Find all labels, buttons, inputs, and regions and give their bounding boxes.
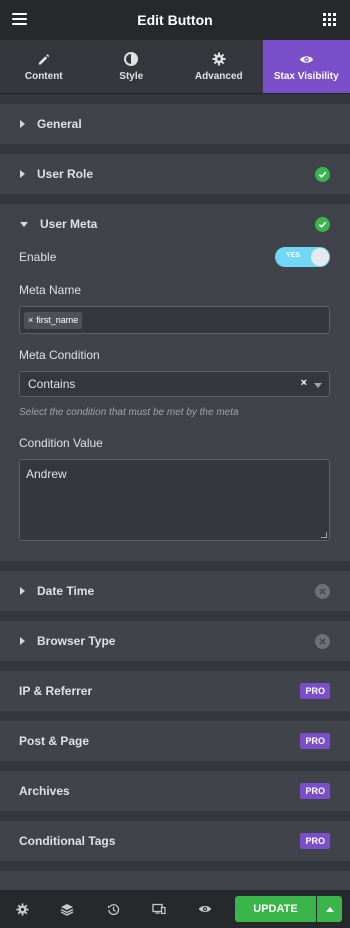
caret-right-icon <box>20 587 25 595</box>
resize-handle-icon[interactable] <box>321 532 327 538</box>
pro-badge: PRO <box>300 833 330 849</box>
close-circle-icon <box>315 584 330 599</box>
eye-icon <box>299 51 314 67</box>
caret-down-icon <box>20 221 28 227</box>
meta-condition-select[interactable]: Contains × <box>19 371 330 397</box>
toggle-knob <box>311 248 329 266</box>
history-icon[interactable] <box>90 890 136 928</box>
layers-icon[interactable] <box>44 890 90 928</box>
section-archives[interactable]: Archives PRO <box>0 771 350 811</box>
bottom-toolbar: UPDATE <box>0 890 350 928</box>
pro-badge: PRO <box>300 783 330 799</box>
section-general[interactable]: General <box>0 104 350 144</box>
section-ip-referrer[interactable]: IP & Referrer PRO <box>0 671 350 711</box>
caret-right-icon <box>20 637 25 645</box>
close-circle-icon <box>315 634 330 649</box>
check-icon <box>315 217 330 232</box>
condition-value-label: Condition Value <box>19 436 103 450</box>
tab-advanced[interactable]: Advanced <box>175 40 263 93</box>
tab-style[interactable]: Style <box>88 40 176 93</box>
section-title: Post & Page <box>19 734 90 748</box>
section-partial <box>0 871 350 890</box>
meta-name-input[interactable]: × first_name <box>19 306 330 334</box>
widgets-grid-icon[interactable] <box>323 13 336 26</box>
section-title: General <box>37 117 82 131</box>
textarea-value: Andrew <box>26 467 67 481</box>
condition-value-textarea[interactable]: Andrew <box>19 459 330 541</box>
tab-label: Style <box>119 71 144 82</box>
settings-gear-icon[interactable] <box>0 890 44 928</box>
panel-title: Edit Button <box>137 12 213 28</box>
meta-name-label: Meta Name <box>19 283 82 297</box>
caret-up-icon <box>325 906 334 912</box>
tab-stax-visibility[interactable]: Stax Visibility <box>262 40 350 93</box>
meta-condition-label: Meta Condition <box>19 348 100 362</box>
top-bar: Edit Button <box>0 0 350 40</box>
caret-right-icon <box>20 170 25 178</box>
tab-label: Advanced <box>194 71 243 82</box>
toggle-yes-text: YES <box>286 252 301 259</box>
user-meta-panel: Enable YES Meta Name × first_name Meta C… <box>0 244 350 561</box>
tab-label: Content <box>24 71 63 82</box>
section-title: Conditional Tags <box>19 834 116 848</box>
gear-icon <box>212 51 226 67</box>
enable-label: Enable <box>19 250 57 264</box>
section-title: Archives <box>19 784 70 798</box>
meta-name-tag: × first_name <box>24 311 83 329</box>
preview-eye-icon[interactable] <box>182 890 228 928</box>
half-circle-icon <box>124 51 139 67</box>
section-title: IP & Referrer <box>19 684 93 698</box>
section-date-time[interactable]: Date Time <box>0 571 350 611</box>
chevron-down-icon <box>314 383 322 388</box>
section-title: Date Time <box>37 584 95 598</box>
selected-value: Contains <box>28 377 76 391</box>
section-browser-type[interactable]: Browser Type <box>0 621 350 661</box>
pro-badge: PRO <box>300 733 330 749</box>
clear-icon[interactable]: × <box>301 377 307 389</box>
enable-toggle[interactable]: YES <box>275 247 330 267</box>
section-user-meta[interactable]: User Meta <box>0 204 350 244</box>
update-options-button[interactable] <box>317 896 342 922</box>
pro-badge: PRO <box>300 683 330 699</box>
update-button[interactable]: UPDATE <box>235 896 316 922</box>
section-title: User Role <box>37 167 94 181</box>
tag-remove-icon[interactable]: × <box>28 315 33 325</box>
controls-panel: General User Role User Meta Enable YES M… <box>0 94 350 890</box>
editor-tabs: Content Style Advanced Stax Visibility <box>0 40 350 94</box>
section-title: User Meta <box>40 217 98 231</box>
section-user-role[interactable]: User Role <box>0 154 350 194</box>
hamburger-menu-icon[interactable] <box>12 13 27 25</box>
check-icon <box>315 167 330 182</box>
tab-content[interactable]: Content <box>0 40 88 93</box>
responsive-mode-icon[interactable] <box>136 890 182 928</box>
caret-right-icon <box>20 120 25 128</box>
section-post-page[interactable]: Post & Page PRO <box>0 721 350 761</box>
tab-label: Stax Visibility <box>273 71 339 82</box>
section-title: Browser Type <box>37 634 116 648</box>
pencil-icon <box>37 51 50 67</box>
section-conditional-tags[interactable]: Conditional Tags PRO <box>0 821 350 861</box>
meta-condition-help: Select the condition that must be met by… <box>19 407 239 418</box>
tag-label: first_name <box>36 315 79 325</box>
